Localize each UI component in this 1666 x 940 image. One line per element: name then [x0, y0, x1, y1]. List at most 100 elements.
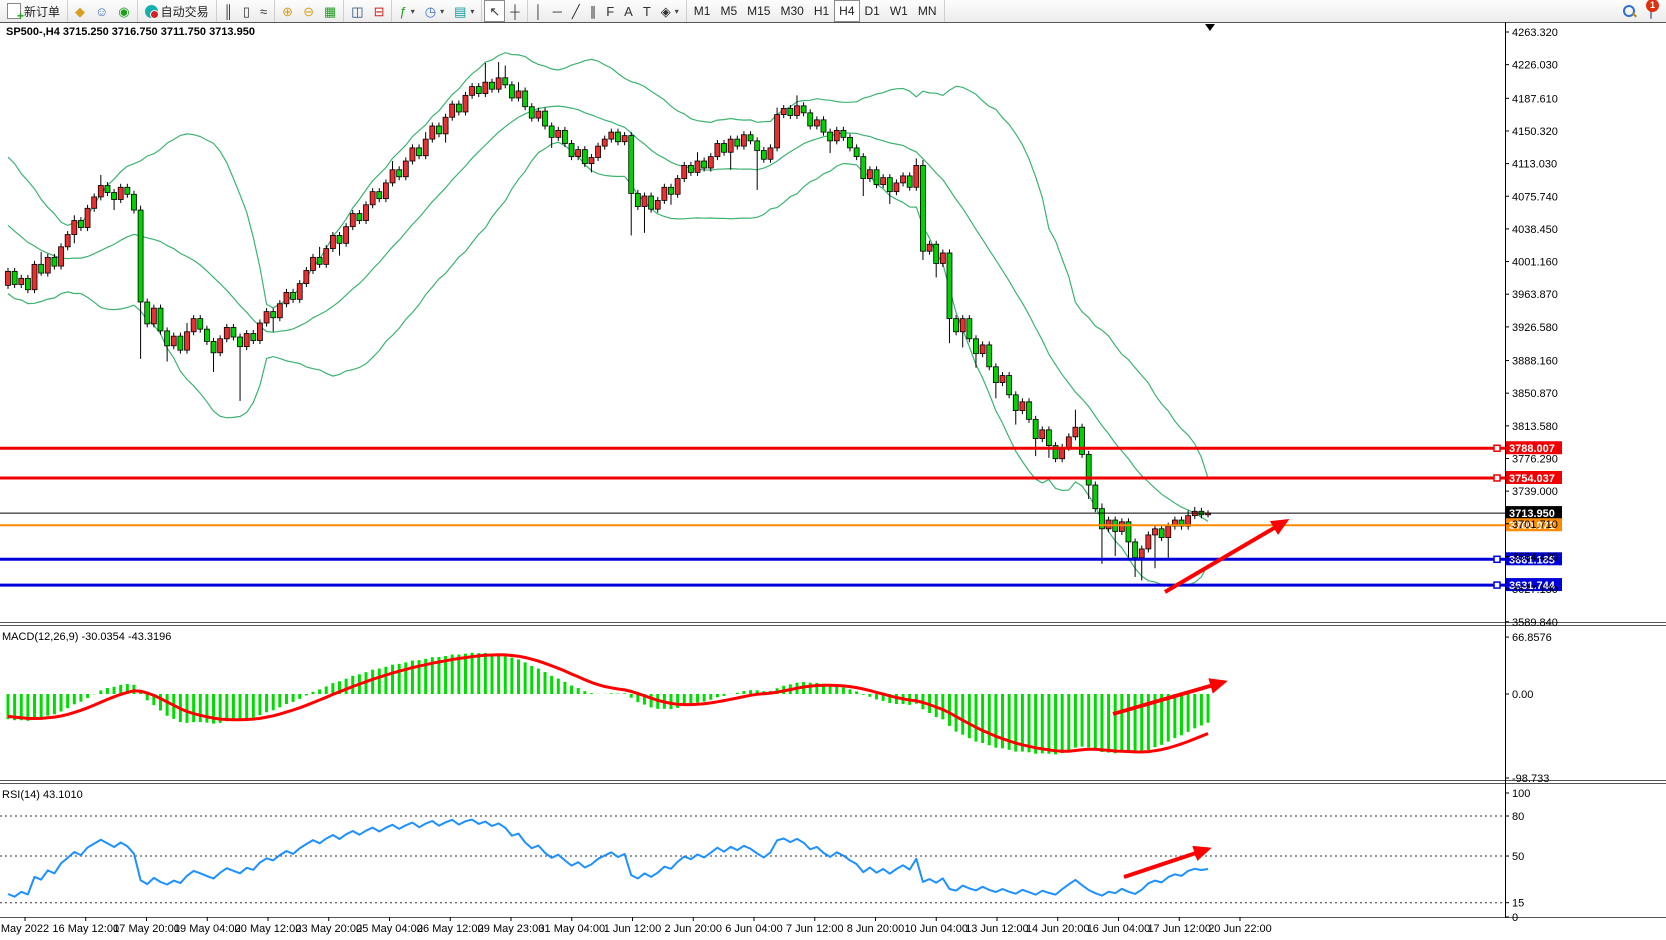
candle-down	[25, 278, 30, 289]
candle-up	[72, 221, 77, 235]
axis-label: 4075.740	[1512, 191, 1558, 203]
candle-down	[204, 329, 209, 341]
candle-down	[920, 165, 925, 251]
candle-down	[489, 82, 494, 89]
candle-down	[397, 170, 402, 177]
candle-up	[463, 95, 468, 112]
candle-up	[980, 345, 985, 354]
candle-down	[377, 192, 382, 199]
candle-up	[324, 249, 329, 265]
candle-up	[364, 205, 369, 221]
candle-down	[509, 85, 514, 98]
axis-label: 3963.870	[1512, 289, 1558, 301]
candle-up	[98, 186, 103, 197]
price-tag-label: 3754.037	[1509, 473, 1555, 485]
candle-down	[1033, 419, 1038, 438]
candle-up	[1066, 437, 1071, 448]
candle-up	[350, 214, 355, 227]
chart-canvas[interactable]: 3788.0073754.0373713.9503700.0723661.185…	[0, 0, 1666, 940]
candle-up	[1152, 529, 1157, 535]
axis-label: 3589.840	[1512, 617, 1558, 629]
candle-up	[390, 170, 395, 183]
candle-up	[344, 227, 349, 244]
candle-up	[85, 208, 90, 227]
candle-down	[529, 107, 534, 118]
candle-up	[171, 336, 176, 346]
candle-up	[403, 161, 408, 177]
candle-up	[19, 278, 24, 284]
axis-label: 4038.450	[1512, 224, 1558, 236]
candle-up	[92, 197, 97, 208]
line-handle[interactable]	[1494, 556, 1500, 562]
axis-label: 3926.580	[1512, 322, 1558, 334]
candle-down	[456, 104, 461, 112]
macd-indicator-label: MACD(12,26,9) -30.0354 -43.3196	[2, 631, 171, 643]
candle-down	[761, 150, 766, 159]
axis-label: 4263.320	[1512, 27, 1558, 39]
candle-down	[52, 257, 57, 266]
time-axis-label: 25 May 04:00	[356, 923, 423, 935]
candle-up	[32, 264, 37, 289]
candle-up	[834, 130, 839, 141]
candle-up	[244, 334, 249, 347]
candle-down	[178, 336, 183, 350]
candle-up	[277, 304, 282, 318]
candle-up	[1139, 549, 1144, 558]
candle-down	[211, 341, 216, 352]
candle-down	[808, 113, 813, 126]
time-axis-label: 2 Jun 20:00	[665, 923, 723, 935]
candle-down	[649, 196, 654, 209]
candle-down	[848, 137, 853, 148]
candle-up	[1146, 535, 1151, 549]
candle-up	[682, 165, 687, 178]
candle-down	[357, 214, 362, 221]
candle-down	[523, 91, 528, 107]
line-handle[interactable]	[1494, 445, 1500, 451]
candle-down	[967, 319, 972, 339]
candle-down	[861, 157, 866, 179]
axis-label: 4187.610	[1512, 93, 1558, 105]
candle-up	[655, 200, 660, 209]
candle-up	[556, 130, 561, 137]
candle-up	[423, 139, 428, 156]
candle-up	[470, 87, 475, 96]
candle-down	[1093, 485, 1098, 509]
axis-label: 3739.000	[1512, 486, 1558, 498]
candle-down	[1007, 376, 1012, 395]
candle-down	[138, 210, 143, 302]
axis-label: 3776.290	[1512, 453, 1558, 465]
candle-up	[1020, 402, 1025, 411]
candle-up	[1119, 522, 1124, 532]
candle-down	[1080, 427, 1085, 454]
candle-up	[589, 158, 594, 164]
time-axis-label: 1 Jun 12:00	[604, 923, 662, 935]
candle-down	[291, 292, 296, 299]
rsi-indicator-label: RSI(14) 43.1010	[2, 789, 83, 801]
candle-down	[973, 339, 978, 354]
candle-up	[894, 183, 899, 192]
candle-down	[105, 186, 110, 193]
candle-up	[370, 192, 375, 205]
line-handle[interactable]	[1494, 582, 1500, 588]
candle-down	[1027, 402, 1032, 420]
candle-up	[516, 91, 521, 98]
candle-down	[702, 161, 707, 168]
candle-down	[317, 257, 322, 264]
axis-label: 0	[1512, 912, 1518, 924]
candle-up	[768, 148, 773, 159]
candle-down	[934, 244, 939, 263]
axis-label: 4113.030	[1512, 159, 1557, 171]
candle-down	[39, 264, 44, 273]
candle-down	[841, 130, 846, 137]
line-handle[interactable]	[1494, 475, 1500, 481]
candle-up	[781, 108, 786, 114]
candle-up	[927, 244, 932, 251]
time-axis-label: 31 May 04:00	[538, 923, 605, 935]
candle-up	[218, 339, 223, 353]
candle-down	[821, 120, 826, 132]
candle-down	[238, 337, 243, 347]
candle-up	[6, 271, 11, 285]
candle-down	[476, 87, 481, 94]
candle-down	[629, 136, 634, 194]
candle-down	[337, 235, 342, 243]
